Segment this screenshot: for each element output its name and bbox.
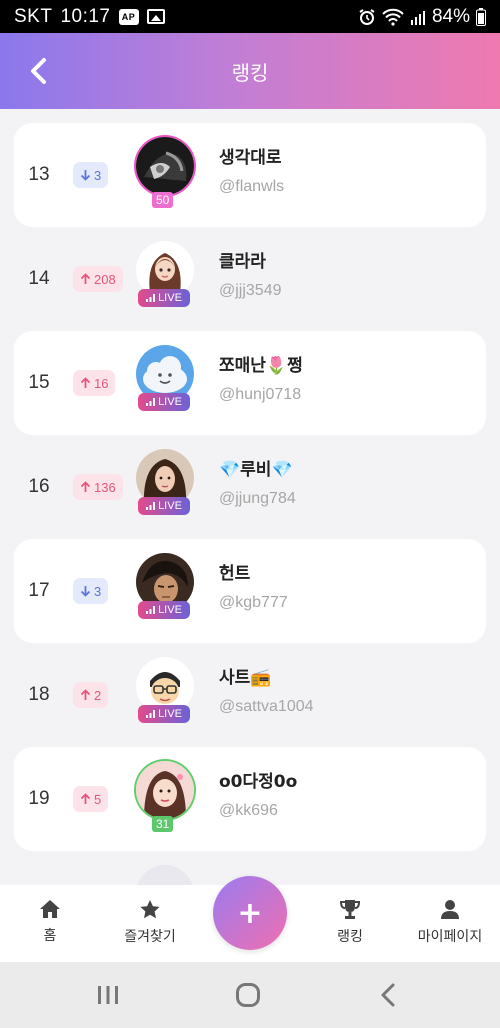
avatar[interactable]: LIVE <box>136 553 194 619</box>
nav-ranking-label: 랭킹 <box>337 929 363 945</box>
live-badge: LIVE <box>138 393 190 411</box>
carrier-label: SKT <box>14 5 53 27</box>
user-handle: @sattva1004 <box>219 698 314 715</box>
ranking-item[interactable]: 17 3 LIVE 헌트 @kgb777 <box>14 539 486 643</box>
back-arrow-icon <box>381 983 395 1007</box>
battery-percent: 84% <box>431 5 470 27</box>
rank-number: 15 <box>28 372 50 393</box>
user-handle: @jjj3549 <box>219 282 282 299</box>
level-badge: 50 <box>152 192 174 208</box>
rank-change-badge: 3 <box>73 578 109 604</box>
rank-number: 17 <box>28 580 50 601</box>
nav-mypage-label: 마이페이지 <box>417 929 483 945</box>
live-signal-icon <box>146 710 156 718</box>
arrow-up-icon <box>80 273 91 284</box>
arrow-up-icon <box>80 377 91 388</box>
image-notification-icon <box>146 9 165 24</box>
chevron-left-icon <box>31 58 46 84</box>
arrow-up-icon <box>80 793 91 804</box>
live-badge: LIVE <box>138 289 190 307</box>
ranking-item[interactable]: 18 2 LIVE 사트📻 @sattva1004 <box>14 643 486 747</box>
avatar[interactable]: LIVE <box>136 241 194 307</box>
level-badge: 31 <box>152 816 174 832</box>
live-signal-icon <box>146 398 156 406</box>
system-nav-bar <box>0 962 500 1028</box>
arrow-up-icon <box>80 481 91 492</box>
rank-change-badge: 208 <box>73 266 123 292</box>
user-name: 생각대로 <box>219 148 282 168</box>
home-system-button[interactable] <box>228 980 268 1010</box>
arrow-up-icon <box>80 689 91 700</box>
nav-favorites-label: 즐겨찾기 <box>124 929 176 945</box>
avatar[interactable]: 50 <box>136 137 194 208</box>
user-handle: @hunj0718 <box>219 386 302 403</box>
avatar[interactable]: LIVE <box>136 449 194 515</box>
recent-apps-icon <box>98 986 118 1004</box>
arrow-down-icon <box>80 170 91 181</box>
home-icon <box>40 900 60 918</box>
live-badge: LIVE <box>138 497 190 515</box>
nav-mypage[interactable]: 마이페이지 <box>400 899 500 946</box>
rank-change-badge: 136 <box>73 474 123 500</box>
nav-favorites[interactable]: 즐겨찾기 <box>100 899 200 946</box>
avatar[interactable]: 31 <box>136 761 194 832</box>
status-bar: SKT 10:17 AP 84% <box>0 0 500 33</box>
rank-number: 18 <box>28 684 50 705</box>
ranking-item[interactable]: 16 136 LIVE 💎루비💎 @jjung784 <box>14 435 486 539</box>
back-button[interactable] <box>22 55 54 87</box>
avatar[interactable]: LIVE <box>136 657 194 723</box>
user-name: o0다정0o <box>219 772 298 792</box>
user-name: 클라라 <box>219 252 266 272</box>
rank-change-badge: 2 <box>73 682 109 708</box>
ranking-item[interactable]: 19 5 31 o0다정0o @kk696 <box>14 747 486 851</box>
signal-icon <box>410 10 425 25</box>
live-signal-icon <box>146 294 156 302</box>
avatar[interactable] <box>136 865 194 885</box>
rank-number: 14 <box>28 268 50 289</box>
user-name: 쪼매난🌷쩡 <box>219 356 303 376</box>
battery-icon <box>476 7 486 26</box>
recent-apps-button[interactable] <box>88 980 128 1010</box>
ranking-list: 13 3 50 생각대로 @flanwls 14 208 LIVE 클라라 @j… <box>0 109 500 885</box>
add-button[interactable]: + <box>213 876 287 950</box>
app-notification-icon: AP <box>118 8 139 25</box>
page-title: 랭킹 <box>231 60 269 85</box>
clock: 10:17 <box>60 5 111 27</box>
live-signal-icon <box>146 502 156 510</box>
ranking-item[interactable]: 14 208 LIVE 클라라 @jjj3549 <box>14 227 486 331</box>
alarm-icon <box>359 8 375 25</box>
rank-change-badge: 16 <box>73 370 116 396</box>
person-icon <box>441 900 459 919</box>
app-header: 랭킹 <box>0 33 500 109</box>
rank-change-badge: 3 <box>73 162 109 188</box>
user-name: 💎루비💎 <box>219 460 293 480</box>
user-handle: @kgb777 <box>219 594 288 611</box>
user-handle: @jjung784 <box>219 490 296 507</box>
avatar[interactable]: LIVE <box>136 345 194 411</box>
star-icon <box>140 900 160 919</box>
nav-ranking[interactable]: 랭킹 <box>300 899 400 946</box>
user-name: 사트📻 <box>219 668 272 688</box>
live-badge: LIVE <box>138 705 190 723</box>
nav-home[interactable]: 홈 <box>0 899 100 945</box>
rank-number: 13 <box>28 164 50 185</box>
user-name: 헌트 <box>219 564 251 584</box>
rank-number: 19 <box>28 788 50 809</box>
user-handle: @flanwls <box>219 178 285 195</box>
nav-home-label: 홈 <box>43 928 57 944</box>
home-circle-icon <box>236 983 260 1007</box>
plus-icon: + <box>237 895 263 931</box>
wifi-icon <box>382 8 404 26</box>
back-system-button[interactable] <box>368 980 408 1010</box>
trophy-icon <box>339 900 361 919</box>
user-handle: @kk696 <box>219 802 278 819</box>
live-signal-icon <box>146 606 156 614</box>
live-badge: LIVE <box>138 601 190 619</box>
ranking-item[interactable]: 13 3 50 생각대로 @flanwls <box>14 123 486 227</box>
ranking-item[interactable]: 15 16 LIVE 쪼매난🌷쩡 @hunj0718 <box>14 331 486 435</box>
rank-number: 16 <box>28 476 50 497</box>
arrow-down-icon <box>80 586 91 597</box>
rank-change-badge: 5 <box>73 786 109 812</box>
